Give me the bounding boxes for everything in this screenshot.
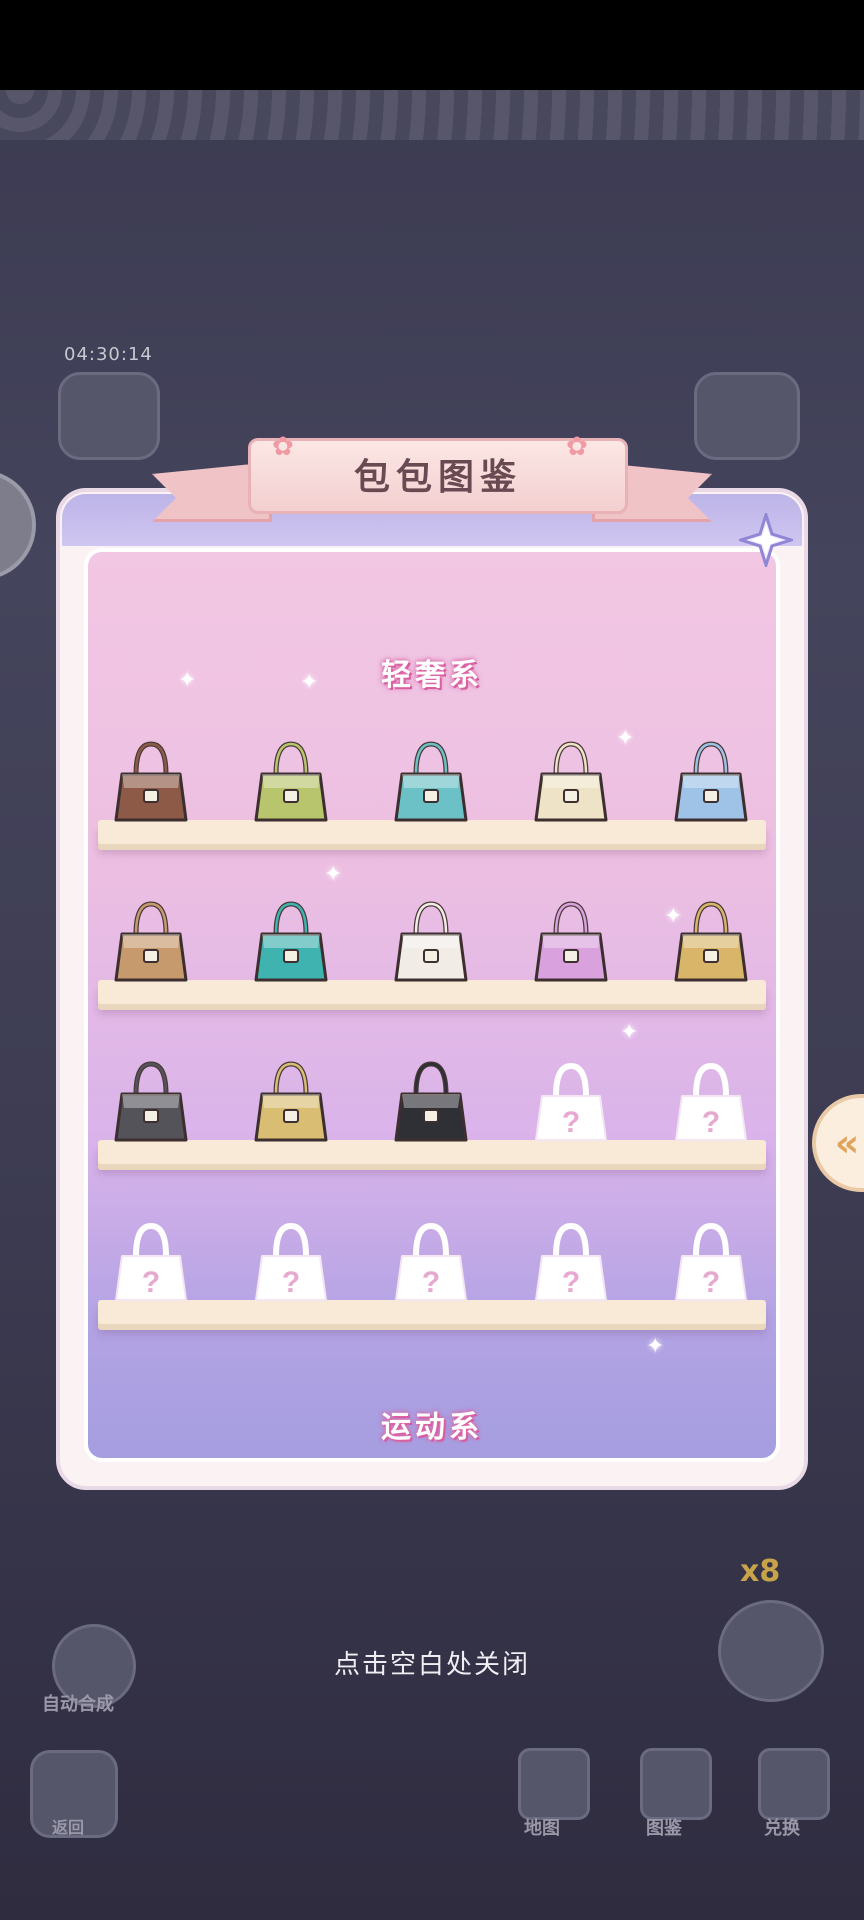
sparkle-icon: ✦	[324, 862, 343, 887]
bag-machine-button[interactable]	[58, 372, 160, 460]
bag-icon-blue-plaid-tote[interactable]	[672, 736, 750, 826]
timer-text: 04:30:14	[64, 344, 153, 365]
section-title-light-luxury: 轻奢系	[381, 658, 483, 693]
bag-icon-gold-glitter-tote[interactable]	[672, 896, 750, 986]
auto-merge-label: 自动合成	[42, 1694, 114, 1715]
back-label: 返回	[52, 1818, 85, 1837]
nav-book-label: 图鉴	[646, 1818, 682, 1839]
locked-bag-icon[interactable]: ?	[672, 1056, 750, 1146]
bag-icon-teal-scarf-tote[interactable]	[392, 736, 470, 826]
bag-icon-green-satchel[interactable]	[252, 736, 330, 826]
nav-map-label: 地图	[524, 1818, 560, 1839]
locked-bag-icon[interactable]: ?	[252, 1216, 330, 1306]
sparkle-icon: ✦	[620, 1020, 639, 1045]
nav-shop-label: 兑换	[764, 1818, 800, 1839]
close-star-icon[interactable]	[738, 512, 794, 568]
shop-icon[interactable]	[758, 1748, 830, 1820]
locked-bag-icon[interactable]: ?	[532, 1056, 610, 1146]
section-title-sport: 运动系	[381, 1410, 483, 1445]
shop-cart-button[interactable]	[694, 372, 800, 460]
sparkle-icon: ✦	[646, 1334, 665, 1359]
status-bar	[0, 0, 864, 90]
bag-icon-zebra-bowling-bag[interactable]	[392, 1056, 470, 1146]
tap-to-close-hint[interactable]: 点击空白处关闭	[0, 1644, 864, 1681]
bag-icon-white-brown-bag[interactable]	[392, 896, 470, 986]
svg-text:?: ?	[282, 1266, 300, 1299]
locked-bag-icon[interactable]: ?	[532, 1216, 610, 1306]
svg-text:?: ?	[702, 1106, 720, 1139]
panel-title: 包包图鉴	[353, 457, 522, 498]
bag-icon-quilted-tan-tote[interactable]	[112, 896, 190, 986]
bag-icon-brown-monogram-hobo[interactable]	[112, 736, 190, 826]
svg-text:?: ?	[562, 1106, 580, 1139]
sparkle-icon: ✦	[300, 670, 319, 695]
book-icon[interactable]	[640, 1748, 712, 1820]
sparkle-icon: ✦	[178, 668, 197, 693]
bag-icon-teal-glitter-bag[interactable]	[252, 896, 330, 986]
locked-bag-icon[interactable]: ?	[672, 1216, 750, 1306]
svg-text:?: ?	[702, 1266, 720, 1299]
bag-icon-gold-croc-bag[interactable]	[252, 1056, 330, 1146]
sparkle-icon: ✦	[616, 726, 635, 751]
bag-icon-black-white-tote[interactable]	[112, 1056, 190, 1146]
bag-icon-pink-bow-bag[interactable]	[532, 896, 610, 986]
lace-border	[0, 90, 864, 140]
multiplier-text: x8	[740, 1554, 781, 1589]
bag-icon-cream-flap-bag[interactable]	[532, 736, 610, 826]
map-icon[interactable]	[518, 1748, 590, 1820]
svg-text:?: ?	[142, 1266, 160, 1299]
locked-bag-icon[interactable]: ?	[112, 1216, 190, 1306]
svg-text:?: ?	[562, 1266, 580, 1299]
svg-text:?: ?	[422, 1266, 440, 1299]
locked-bag-icon[interactable]: ?	[392, 1216, 470, 1306]
